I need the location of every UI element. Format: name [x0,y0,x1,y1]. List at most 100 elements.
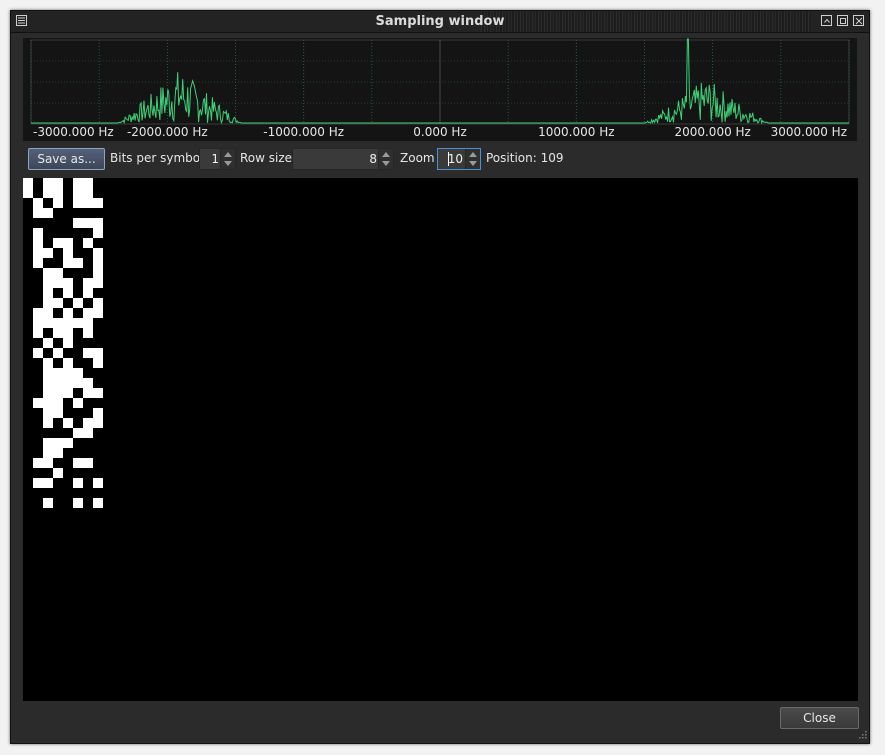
bit-cell [73,198,83,208]
bit-cell [43,208,53,218]
bit-cell [63,248,73,258]
bit-cell [83,348,93,358]
text-caret [448,152,449,166]
bits-per-symbol-label: Bits per symbol [110,151,204,165]
bit-cell [43,318,53,328]
bit-cell [53,268,63,278]
bit-cell [33,318,43,328]
zoom-spinbox[interactable]: 10 [437,148,481,170]
bit-cell [63,358,73,368]
bit-cell [33,398,43,408]
bit-cell [63,328,73,338]
bit-cell [43,478,53,488]
bit-cell [53,468,63,478]
bit-cell [73,318,83,328]
bits-spin-arrows[interactable] [220,149,235,169]
position-readout: Position: 109 [486,151,564,165]
bit-cell [83,218,93,228]
bit-cell [43,448,53,458]
bit-cell [83,238,93,248]
title-bar[interactable]: Sampling window [11,11,869,33]
bit-cell [43,338,53,348]
bit-cell [83,188,93,198]
close-button[interactable]: Close [780,707,859,729]
bit-cell [23,188,33,198]
bit-cell [33,258,43,268]
bit-cell [93,478,103,488]
bit-cell [33,248,43,258]
bit-cell [63,368,73,378]
bit-cell [53,438,63,448]
spectrum-svg: -3000.000 Hz -2000.000 Hz -1000.000 Hz 0.00… [30,38,850,139]
spectrum-tick-label: -2000.000 Hz [127,125,208,139]
bit-cell [43,368,53,378]
bit-cell [53,298,63,308]
bit-cell [43,288,53,298]
bit-cell [53,198,63,208]
bit-cell [43,388,53,398]
bit-cell [43,418,53,428]
bit-cell [83,458,93,468]
bit-cell [93,388,103,398]
bit-cell [83,288,93,298]
bit-cell [43,248,53,258]
bit-cell [33,458,43,468]
bit-cell [43,278,53,288]
bit-cell [93,308,103,318]
bit-cell [83,318,93,328]
spectrum-plot[interactable]: -3000.000 Hz -2000.000 Hz -1000.000 Hz 0.00… [23,38,857,141]
bit-cell [83,308,93,318]
bit-cell [63,438,73,448]
bit-cell [93,408,103,418]
bit-cell [93,228,103,238]
spectrum-tick-label: -1000.000 Hz [263,125,344,139]
row-size-spinbox[interactable]: 8 [292,148,394,170]
bit-cell [93,498,103,508]
bit-cell [33,478,43,488]
sampling-window: Sampling window -3000.000 Hz -2000.000 Hz… [10,10,870,744]
bit-cell [43,308,53,318]
maximize-icon[interactable] [837,15,848,26]
spectrum-tick-label: 2000.000 Hz [674,125,750,139]
bit-cell [53,408,63,418]
bit-cell [43,298,53,308]
bit-cell [63,278,73,288]
spectrum-tick-label: 1000.000 Hz [538,125,614,139]
zoom-label: Zoom [400,151,435,165]
bit-cell [53,388,63,398]
bit-cell [73,498,83,508]
bit-cell [33,208,43,218]
bit-cell [43,268,53,278]
spectrum-tick-label: 0.000 Hz [413,125,467,139]
rowsize-spin-arrows[interactable] [378,149,393,169]
spectrum-tick-label: -3000.000 Hz [33,125,114,139]
bit-cell [93,218,103,228]
bit-cell [33,198,43,208]
bit-cell [93,418,103,428]
bit-cell [73,428,83,438]
spectrum-tick-label: 3000.000 Hz [771,125,847,139]
close-icon[interactable] [853,15,864,26]
shade-icon[interactable] [821,15,832,26]
bit-cell [53,188,63,198]
bit-cell [23,178,33,188]
bits-per-symbol-spinbox[interactable]: 1 [199,148,236,170]
bit-cell [93,198,103,208]
resize-grip-icon[interactable] [856,730,867,741]
bit-cell [43,188,53,198]
window-title: Sampling window [375,14,505,29]
bit-cell [33,238,43,248]
bit-cell [83,378,93,388]
bit-cell [73,368,83,378]
bit-cell [53,238,63,248]
bit-cell [53,448,63,458]
row-size-value: 8 [369,152,377,166]
bitmap-canvas[interactable] [23,178,858,701]
zoom-spin-arrows[interactable] [465,149,480,169]
bit-cell [33,348,43,358]
bit-cell [73,298,83,308]
bit-cell [63,388,73,398]
bit-cell [73,478,83,488]
save-as-button[interactable]: Save as... [28,148,105,170]
bit-cell [63,258,73,268]
